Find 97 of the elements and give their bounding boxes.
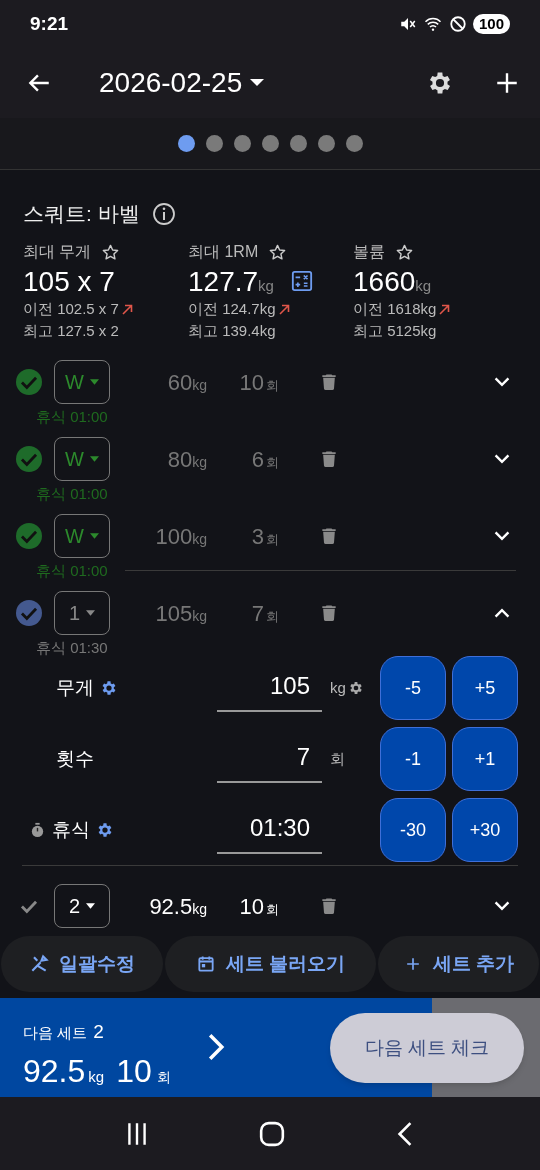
up-arrow-icon bbox=[120, 303, 133, 315]
value-field[interactable]: 105 bbox=[217, 664, 322, 712]
best-record: 최고 127.5 x 2 bbox=[23, 321, 120, 341]
stat-label: 최대 무게 bbox=[23, 242, 92, 262]
set-weight: 80 bbox=[167, 445, 193, 474]
value-field[interactable]: 01:30 bbox=[217, 806, 322, 854]
action-button[interactable]: 세트 추가 bbox=[377, 936, 539, 992]
weight-unit: kg bbox=[192, 607, 207, 626]
set-reps: 10 bbox=[239, 368, 264, 397]
set-weight: 105 bbox=[155, 599, 193, 628]
exercise-title: 스쿼트: 바벨 bbox=[23, 201, 140, 228]
set-weight: 100 bbox=[155, 522, 193, 551]
set-type-dropdown[interactable]: 1 bbox=[54, 591, 110, 635]
reps-unit: 회 bbox=[266, 376, 279, 395]
info-icon[interactable] bbox=[151, 202, 176, 226]
stat-value: 1660 bbox=[353, 266, 416, 298]
field-unit: kg bbox=[330, 677, 346, 698]
star-icon[interactable] bbox=[268, 242, 288, 262]
weight-unit: kg bbox=[192, 453, 207, 472]
stat-value: 127.7 bbox=[188, 266, 259, 298]
rest-time: 휴식 01:00 bbox=[36, 407, 108, 427]
caret-icon bbox=[86, 903, 96, 909]
set-reps: 3 bbox=[251, 522, 264, 551]
set-reps: 10 bbox=[239, 892, 264, 921]
caret-icon bbox=[86, 610, 96, 616]
calculator-icon[interactable] bbox=[290, 270, 313, 292]
set-type-dropdown[interactable]: W bbox=[54, 514, 110, 558]
field-label: 횟수 bbox=[56, 746, 94, 771]
caret-icon bbox=[89, 533, 99, 539]
settings-icon[interactable] bbox=[100, 679, 118, 697]
action-button[interactable]: 세트 불러오기 bbox=[165, 936, 376, 992]
previous-record: 이전 124.7kg bbox=[188, 298, 276, 319]
weight-unit: kg bbox=[192, 376, 207, 395]
next-set-label: 다음 세트 bbox=[23, 1023, 88, 1043]
stat-label: 볼륨 bbox=[353, 242, 385, 262]
weight-unit: kg bbox=[192, 530, 207, 549]
caret-icon bbox=[89, 379, 99, 385]
step-button[interactable]: +5 bbox=[452, 656, 518, 720]
settings-icon[interactable] bbox=[96, 821, 114, 839]
date-dropdown[interactable]: 2026-02-25 bbox=[99, 62, 265, 104]
set-check-icon[interactable] bbox=[16, 446, 42, 472]
reps-unit: 회 bbox=[266, 900, 279, 919]
stat-unit: kg bbox=[415, 276, 432, 296]
set-check-icon[interactable] bbox=[16, 600, 42, 626]
next-set-weight: 92.5 bbox=[23, 1051, 86, 1091]
stat-value: 105 x 7 bbox=[23, 266, 115, 298]
status-time: 9:21 bbox=[30, 11, 69, 36]
star-icon[interactable] bbox=[101, 242, 121, 262]
action-button[interactable]: 일괄수정 bbox=[1, 936, 164, 992]
value-field[interactable]: 7 bbox=[217, 735, 322, 783]
calendar-icon bbox=[195, 954, 216, 974]
field-label: 휴식 bbox=[52, 817, 90, 842]
previous-record: 이전 102.5 x 7 bbox=[23, 298, 119, 319]
step-button[interactable]: +30 bbox=[452, 798, 518, 862]
next-set-reps: 10 bbox=[116, 1051, 152, 1091]
step-button[interactable]: -1 bbox=[380, 727, 446, 791]
battery-level: 100 bbox=[472, 14, 510, 34]
best-record: 최고 139.4kg bbox=[188, 321, 277, 341]
set-check-icon[interactable] bbox=[16, 369, 42, 395]
best-record: 최고 5125kg bbox=[353, 321, 438, 341]
reps-unit: 회 bbox=[266, 453, 279, 472]
set-type-dropdown[interactable]: W bbox=[54, 437, 110, 481]
next-set-number: 2 bbox=[93, 1020, 104, 1044]
set-type-dropdown[interactable]: 2 bbox=[54, 884, 110, 928]
wifi-icon bbox=[422, 15, 443, 33]
reps-unit: 회 bbox=[156, 1067, 171, 1087]
weight-unit: kg bbox=[88, 1066, 105, 1087]
step-button[interactable]: -5 bbox=[380, 656, 446, 720]
set-type-dropdown[interactable]: W bbox=[54, 360, 110, 404]
rest-time: 휴식 01:00 bbox=[36, 484, 108, 504]
reps-unit: 회 bbox=[266, 607, 279, 626]
up-arrow-icon bbox=[277, 303, 290, 315]
set-check-icon[interactable] bbox=[16, 523, 42, 549]
previous-record: 이전 1618kg bbox=[353, 298, 437, 319]
rest-time: 휴식 01:00 bbox=[36, 561, 108, 581]
set-reps: 7 bbox=[251, 599, 264, 628]
star-icon[interactable] bbox=[395, 242, 414, 262]
set-reps: 6 bbox=[251, 445, 264, 474]
stat-label: 최대 1RM bbox=[188, 242, 259, 262]
blocked-icon bbox=[448, 15, 467, 33]
set-weight: 92.5 bbox=[149, 892, 193, 921]
set-weight: 60 bbox=[167, 368, 193, 397]
check-next-set-button[interactable]: 다음 세트 체크 bbox=[330, 1013, 524, 1083]
field-unit: 회 bbox=[330, 748, 345, 769]
step-button[interactable]: -30 bbox=[380, 798, 446, 862]
reps-unit: 회 bbox=[266, 530, 279, 549]
rest-time: 휴식 01:30 bbox=[36, 638, 108, 658]
stopwatch-icon bbox=[29, 821, 46, 839]
add-icon[interactable] bbox=[494, 70, 520, 96]
field-label: 무게 bbox=[56, 675, 94, 700]
step-button[interactable]: +1 bbox=[452, 727, 518, 791]
caret-icon bbox=[89, 456, 99, 462]
weight-unit: kg bbox=[192, 900, 207, 919]
up-arrow-icon bbox=[438, 303, 451, 315]
home-icon[interactable] bbox=[259, 1120, 285, 1147]
caret-icon bbox=[250, 78, 265, 88]
stat-unit: kg bbox=[258, 275, 274, 296]
